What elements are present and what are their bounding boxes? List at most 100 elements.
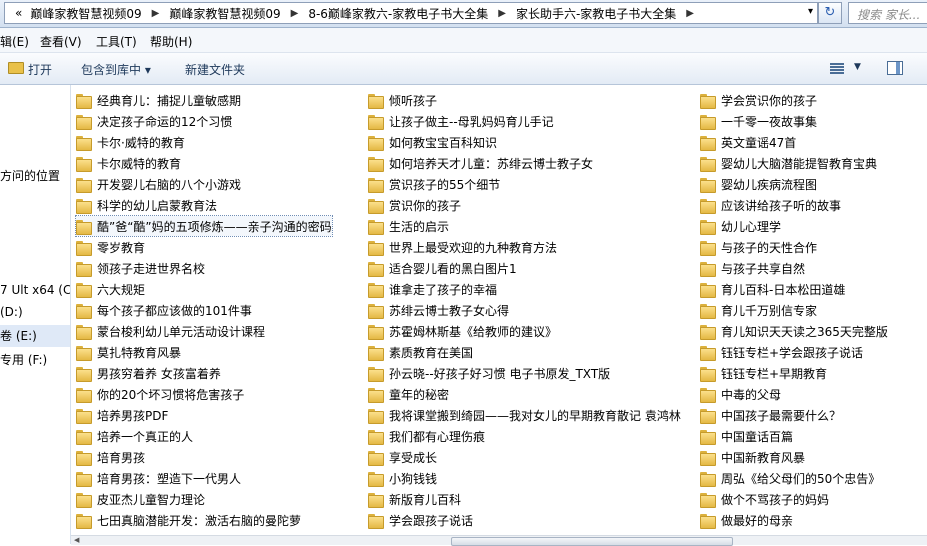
views-dropdown-icon[interactable]: ▼ — [854, 62, 861, 72]
breadcrumb-separator-icon[interactable]: ▶ — [285, 8, 305, 19]
folder-item[interactable]: 学会跟孩子说话 — [368, 510, 473, 530]
search-input[interactable]: 搜索 家长... — [848, 2, 927, 24]
breadcrumb-4[interactable]: 家长助手六-家教电子书大全集 — [512, 5, 680, 22]
folder-item[interactable]: 倾听孩子 — [368, 90, 437, 110]
folder-item[interactable]: 做最好的母亲 — [700, 510, 793, 530]
breadcrumb-separator-icon[interactable]: ▶ — [146, 8, 166, 19]
folder-item[interactable]: 男孩穷着养 女孩富着养 — [76, 363, 221, 383]
folder-item[interactable]: 中毒的父母 — [700, 384, 781, 404]
folder-item[interactable]: 婴幼儿疾病流程图 — [700, 174, 817, 194]
folder-item[interactable]: 素质教育在美国 — [368, 342, 473, 362]
folder-icon — [368, 156, 384, 172]
breadcrumb-separator-icon[interactable]: ▶ — [680, 8, 700, 19]
folder-item[interactable]: 领孩子走进世界名校 — [76, 258, 205, 278]
folder-name: 你的20个坏习惯将危害孩子 — [97, 387, 245, 402]
nav-item-drive-d[interactable]: (D:) — [0, 305, 23, 319]
folder-item[interactable]: 新版育儿百科 — [368, 489, 461, 509]
folder-item[interactable]: 我将课堂搬到绮园——我对女儿的早期教育散记 袁鸿林 — [368, 405, 681, 425]
include-in-library-button[interactable]: 包含到库中 ▾ — [81, 61, 151, 78]
folder-item[interactable]: 决定孩子命运的12个习惯 — [76, 111, 232, 131]
folder-item[interactable]: 培育男孩 — [76, 447, 145, 467]
folder-item[interactable]: 赏识孩子的55个细节 — [368, 174, 500, 194]
menu-view[interactable]: 查看(V) — [40, 33, 82, 50]
nav-item-drive-e[interactable]: 卷 (E:) — [0, 325, 70, 347]
folder-item[interactable]: 幼儿心理学 — [700, 216, 781, 236]
folder-item[interactable]: 童年的秘密 — [368, 384, 449, 404]
folder-item[interactable]: 生活的启示 — [368, 216, 449, 236]
folder-item[interactable]: 皮亚杰儿童智力理论 — [76, 489, 205, 509]
folder-item[interactable]: 蒙台梭利幼儿单元活动设计课程 — [76, 321, 265, 341]
folder-item[interactable]: 小狗钱钱 — [368, 468, 437, 488]
folder-item[interactable]: 中国新教育风暴 — [700, 447, 805, 467]
folder-item[interactable]: 开发婴儿右脑的八个小游戏 — [76, 174, 241, 194]
folder-item[interactable]: 育儿百科-日本松田道雄 — [700, 279, 845, 299]
folder-item[interactable]: 培养一个真正的人 — [76, 426, 193, 446]
folder-item[interactable]: 孙云晓--好孩子好习惯 电子书原发_TXT版 — [368, 363, 610, 383]
folder-item[interactable]: 赏识你的孩子 — [368, 195, 461, 215]
folder-item[interactable]: 莫扎特教育风暴 — [76, 342, 181, 362]
folder-item[interactable]: 与孩子的天性合作 — [700, 237, 817, 257]
address-overflow-chevron[interactable]: « — [5, 6, 26, 20]
folder-item[interactable]: 中国童话百篇 — [700, 426, 793, 446]
folder-item[interactable]: 七田真脑潜能开发：激活右脑的曼陀萝 — [76, 510, 301, 530]
nav-item-drive-c[interactable]: 7 Ult x64 (C: — [0, 283, 70, 297]
folder-icon — [700, 219, 716, 235]
preview-pane-icon[interactable] — [887, 61, 903, 75]
folder-item[interactable]: 培育男孩：塑造下一代男人 — [76, 468, 241, 488]
folder-item[interactable]: 世界上最受欢迎的九种教育方法 — [368, 237, 557, 257]
folder-item[interactable]: 苏绯云博士教子女心得 — [368, 300, 509, 320]
folder-item[interactable]: 周弘《给父母们的50个忠告》 — [700, 468, 880, 488]
folder-item[interactable]: 培养男孩PDF — [76, 405, 168, 425]
folder-item[interactable]: 如何培养天才儿童：苏绯云博士教子女 — [368, 153, 593, 173]
folder-item[interactable]: 苏霍姆林斯基《给教师的建议》 — [368, 321, 557, 341]
folder-item[interactable]: 经典育儿：捕捉儿童敏感期 — [76, 90, 241, 110]
new-folder-button[interactable]: 新建文件夹 — [185, 61, 245, 78]
folder-name: 新版育儿百科 — [389, 492, 462, 507]
folder-item[interactable]: 享受成长 — [368, 447, 437, 467]
breadcrumb-separator-icon[interactable]: ▶ — [492, 8, 512, 19]
menu-edit[interactable]: 辑(E) — [0, 33, 29, 50]
breadcrumb-2[interactable]: 巅峰家教智慧视频09 — [165, 5, 284, 22]
folder-item[interactable]: 卡尔·威特的教育 — [76, 132, 185, 152]
folder-item[interactable]: 科学的幼儿启蒙教育法 — [76, 195, 217, 215]
open-button[interactable]: 打开 — [28, 61, 52, 78]
folder-item[interactable]: 我们都有心理伤痕 — [368, 426, 485, 446]
folder-item[interactable]: 零岁教育 — [76, 237, 145, 257]
nav-item-drive-f[interactable]: 专用 (F:) — [0, 351, 47, 368]
folder-icon — [700, 198, 716, 214]
refresh-button[interactable]: ↻ — [818, 2, 842, 24]
folder-item[interactable]: 你的20个坏习惯将危害孩子 — [76, 384, 244, 404]
views-icon[interactable] — [830, 62, 844, 75]
folder-item[interactable]: 每个孩子都应该做的101件事 — [76, 300, 252, 320]
nav-item-recent-places[interactable]: 方问的位置 — [0, 167, 60, 184]
folder-item[interactable]: 学会赏识你的孩子 — [700, 90, 817, 110]
folder-item[interactable]: 应该讲给孩子听的故事 — [700, 195, 841, 215]
folder-item[interactable]: 与孩子共享自然 — [700, 258, 805, 278]
scrollbar-thumb[interactable] — [451, 537, 733, 546]
folder-name: 经典育儿：捕捉儿童敏感期 — [97, 93, 242, 108]
address-history-dropdown-icon[interactable]: ▾ — [808, 6, 813, 17]
folder-item[interactable]: 适合婴儿看的黑白图片1 — [368, 258, 517, 278]
breadcrumb-1[interactable]: 巅峰家教智慧视频09 — [26, 5, 145, 22]
folder-item[interactable]: 酷”爸“酷”妈的五项修炼——亲子沟通的密码 — [75, 215, 333, 237]
menu-help[interactable]: 帮助(H) — [150, 33, 192, 50]
folder-item[interactable]: 让孩子做主--母乳妈妈育儿手记 — [368, 111, 554, 131]
folder-item[interactable]: 如何教宝宝百科知识 — [368, 132, 497, 152]
folder-item[interactable]: 英文童谣47首 — [700, 132, 796, 152]
folder-item[interactable]: 育儿知识天天读之365天完整版 — [700, 321, 888, 341]
folder-item[interactable]: 一千零一夜故事集 — [700, 111, 817, 131]
folder-item[interactable]: 钰钰专栏+早期教育 — [700, 363, 827, 383]
folder-item[interactable]: 谁拿走了孩子的幸福 — [368, 279, 497, 299]
folder-item[interactable]: 卡尔威特的教育 — [76, 153, 181, 173]
folder-item[interactable]: 婴幼儿大脑潜能提智教育宝典 — [700, 153, 877, 173]
scroll-left-icon[interactable]: ◀ — [74, 536, 79, 544]
folder-name: 科学的幼儿启蒙教育法 — [97, 198, 218, 213]
folder-item[interactable]: 育儿千万别信专家 — [700, 300, 817, 320]
folder-item[interactable]: 六大规矩 — [76, 279, 145, 299]
breadcrumb-3[interactable]: 8-6巅峰家教六-家教电子书大全集 — [304, 5, 492, 22]
menu-tools[interactable]: 工具(T) — [96, 33, 137, 50]
folder-item[interactable]: 中国孩子最需要什么？ — [700, 405, 841, 425]
folder-item[interactable]: 钰钰专栏+学会跟孩子说话 — [700, 342, 863, 362]
address-bar[interactable]: « 巅峰家教智慧视频09 ▶ 巅峰家教智慧视频09 ▶ 8-6巅峰家教六-家教电… — [4, 2, 818, 24]
folder-item[interactable]: 做个不骂孩子的妈妈 — [700, 489, 829, 509]
